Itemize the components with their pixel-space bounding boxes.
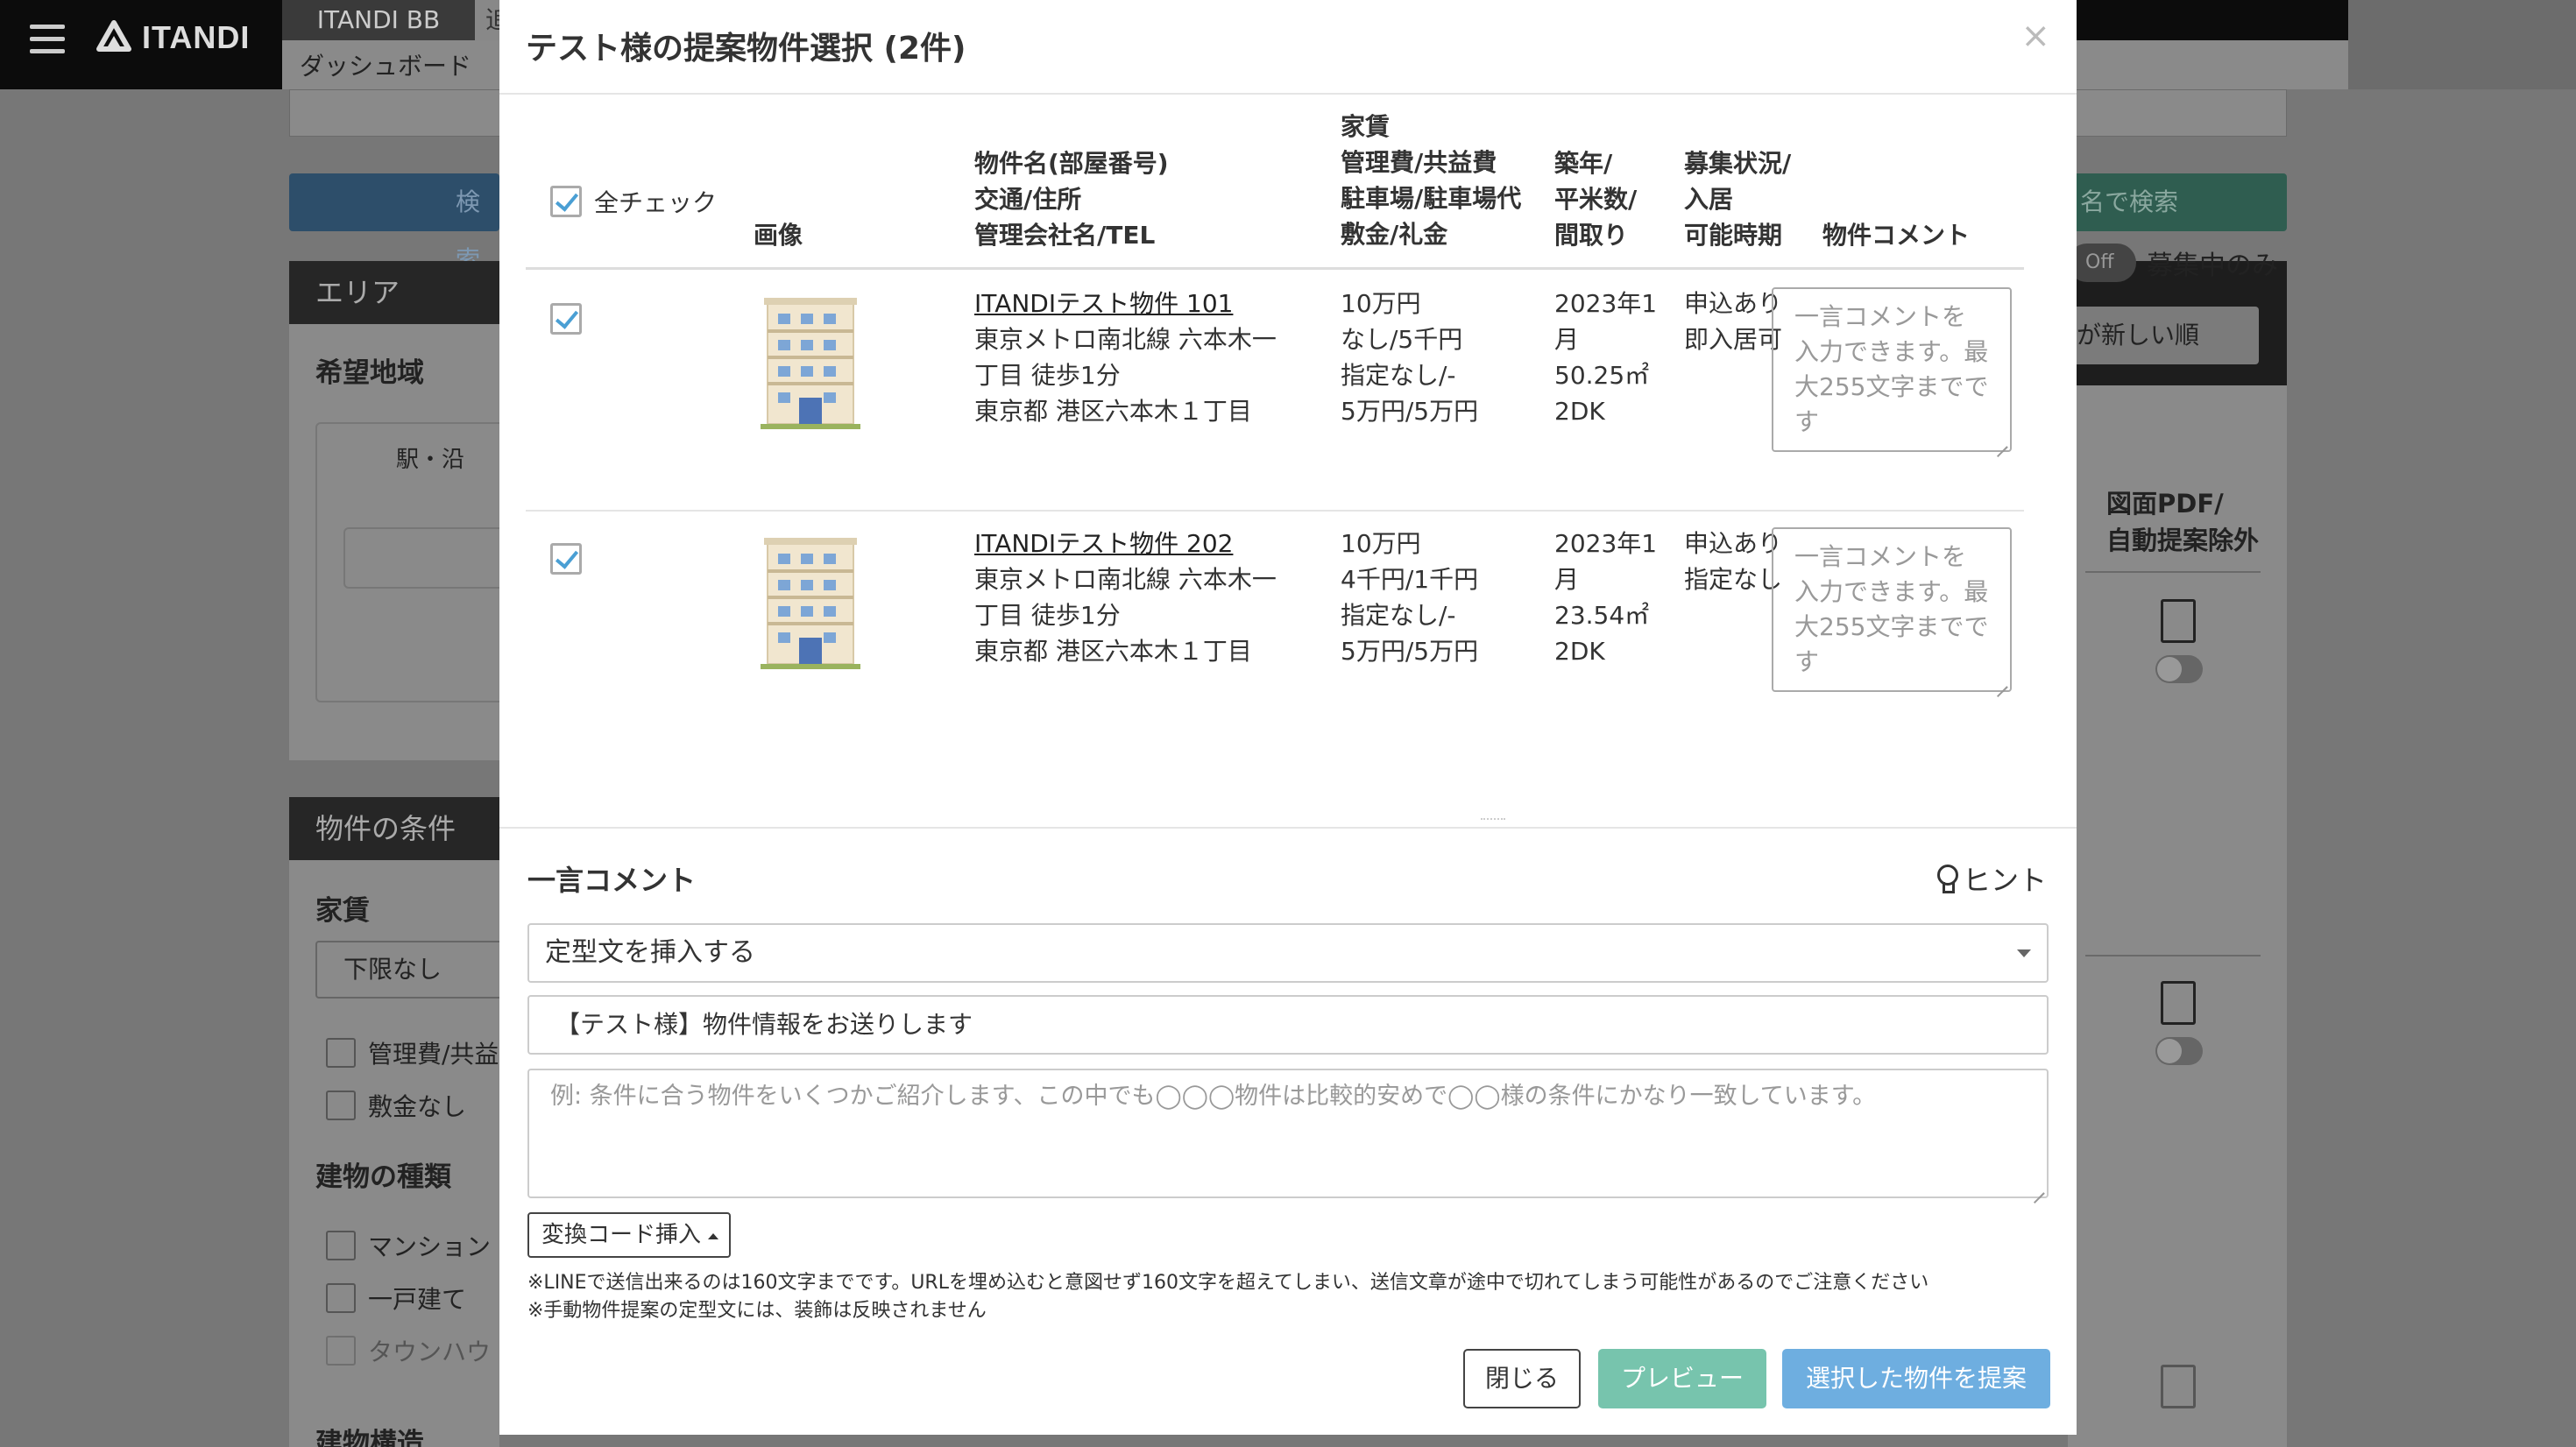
- pdf-column-header: 図面PDF/ 自動提案除外: [2106, 489, 2260, 555]
- check-mansion[interactable]: マンション: [326, 1228, 491, 1263]
- recruit-only-label: 募集中のみ: [2147, 251, 2278, 281]
- table-row: ITANDIテスト物件 101 東京メトロ南北線 六本木一 丁目 徒歩1分 東京…: [526, 272, 2024, 512]
- topbar-right-area: [2348, 0, 2576, 89]
- checkbox-icon: [326, 1336, 356, 1366]
- pdf-icon[interactable]: [2161, 599, 2196, 643]
- lightbulb-icon: [1936, 865, 1958, 893]
- row-checkbox[interactable]: [550, 303, 582, 335]
- th-name: 物件名(部屋番号) 交通/住所 管理会社名/TEL: [974, 149, 1169, 250]
- th-comment: 物件コメント: [1822, 221, 1971, 250]
- scroll-indicator: [1481, 818, 1505, 822]
- checkbox-icon: [326, 1091, 356, 1120]
- preview-button[interactable]: プレビュー: [1598, 1349, 1766, 1408]
- area-panel-title: エリア: [289, 261, 499, 324]
- line-limit-note: ※LINEで送信出来るのは160文字までです。URLを埋め込むと意図せず160文…: [527, 1272, 1929, 1294]
- pdf-icon[interactable]: [2161, 1365, 2196, 1408]
- rent-info: 10万円 4千円/1千円 指定なし/- 5万円/5万円: [1341, 529, 1479, 666]
- station-tab[interactable]: 駅・沿: [396, 441, 464, 474]
- property-info: ITANDIテスト物件 202 東京メトロ南北線 六本木一 丁目 徒歩1分 東京…: [974, 526, 1277, 669]
- property-comment-input[interactable]: 一言コメントを入力できます。最大255文字までです: [1772, 287, 2012, 452]
- check-all-checkbox[interactable]: 全チェック: [550, 184, 717, 219]
- itandi-logo[interactable]: ITANDI: [96, 19, 250, 56]
- age-info: 2023年1 月 23.54㎡ 2DK: [1554, 529, 1658, 666]
- property-name-link[interactable]: ITANDIテスト物件 101: [974, 286, 1277, 321]
- resize-handle-icon[interactable]: [1995, 435, 2007, 448]
- resize-handle-icon[interactable]: [2032, 1182, 2044, 1194]
- bg-conditions-panel: 物件の条件 家賃 下限なし 管理費/共益 敷金なし 建物の種類 マンション 一戸…: [289, 797, 517, 1447]
- th-age: 築年/ 平米数/ 間取り: [1554, 149, 1638, 250]
- checkbox-icon: [326, 1283, 356, 1313]
- bg-search-button[interactable]: 検索: [289, 173, 499, 274]
- subject-input[interactable]: 【テスト様】物件情報をお送りします: [527, 995, 2049, 1055]
- auto-propose-toggle[interactable]: [2155, 655, 2203, 683]
- check-all-label: 全チェック: [594, 188, 718, 217]
- checkbox-checked-icon: [550, 186, 582, 217]
- checkbox-icon: [326, 1231, 356, 1260]
- itandi-logo-mark: [96, 20, 131, 52]
- logo-text: ITANDI: [142, 19, 251, 55]
- row-checkbox[interactable]: [550, 543, 582, 575]
- check-mgmt[interactable]: 管理費/共益: [326, 1035, 499, 1070]
- bg-area-panel: エリア 希望地域 駅・沿: [289, 261, 519, 760]
- table-header: 全チェック 画像 物件名(部屋番号) 交通/住所 管理会社名/TEL 家賃 管理…: [526, 96, 2024, 270]
- auto-propose-toggle[interactable]: [2155, 1037, 2203, 1065]
- area-input[interactable]: [343, 527, 519, 589]
- modal-title: テスト様の提案物件選択 (2件): [526, 31, 966, 67]
- property-info: ITANDIテスト物件 101 東京メトロ南北線 六本木一 丁目 徒歩1分 東京…: [974, 286, 1277, 429]
- breadcrumb-dashboard[interactable]: ダッシュボード: [300, 47, 471, 82]
- property-name-link[interactable]: ITANDIテスト物件 202: [974, 526, 1277, 561]
- comment-section-title: 一言コメント: [527, 864, 697, 897]
- template-select[interactable]: 定型文を挿入する: [527, 923, 2049, 983]
- chevron-down-icon: [2017, 949, 2031, 957]
- property-comment-input[interactable]: 一言コメントを入力できます。最大255文字までです: [1772, 527, 2012, 692]
- building-image: [761, 538, 860, 669]
- property-table: 全チェック 画像 物件名(部屋番号) 交通/住所 管理会社名/TEL 家賃 管理…: [526, 96, 2024, 823]
- propose-modal: テスト様の提案物件選択 (2件) × 全チェック 画像 物件名(部屋番号) 交通…: [499, 0, 2077, 1435]
- th-image: 画像: [754, 221, 803, 250]
- check-deposit[interactable]: 敷金なし: [326, 1088, 466, 1123]
- modal-header: テスト様の提案物件選択 (2件) ×: [499, 0, 2077, 95]
- recruit-toggle[interactable]: Off: [2068, 244, 2136, 282]
- table-row: ITANDIテスト物件 202 東京メトロ南北線 六本木一 丁目 徒歩1分 東京…: [526, 512, 2024, 752]
- message-textarea[interactable]: 例: 条件に合う物件をいくつかご紹介します、この中でも◯◯◯物件は比較的安めで◯…: [527, 1069, 2049, 1198]
- propose-selected-button[interactable]: 選択した物件を提案: [1782, 1349, 2050, 1408]
- area-sub-title: 希望地域: [315, 357, 424, 389]
- insert-code-button[interactable]: 変換コード挿入: [527, 1212, 731, 1258]
- check-townhouse[interactable]: タウンハウ: [326, 1333, 491, 1368]
- status-info: 申込あり 指定なし: [1684, 529, 1783, 594]
- rent-info: 10万円 なし/5千円 指定なし/- 5万円/5万円: [1341, 289, 1479, 426]
- modal-footer: 一言コメント ヒント 定型文を挿入する 【テスト様】物件情報をお送りします 例:…: [499, 827, 2077, 1435]
- decoration-note: ※手動物件提案の定型文には、装飾は反映されません: [527, 1300, 987, 1322]
- close-icon[interactable]: ×: [2020, 16, 2050, 56]
- age-info: 2023年1 月 50.25㎡ 2DK: [1554, 289, 1658, 426]
- bg-name-search-button[interactable]: 名で検索: [2068, 173, 2287, 231]
- th-rent: 家賃 管理費/共益費 駐車場/駐車場代 敷金/礼金: [1341, 112, 1522, 249]
- divider: [2085, 571, 2261, 573]
- conditions-panel-title: 物件の条件: [289, 797, 499, 860]
- resize-handle-icon[interactable]: [1995, 675, 2007, 688]
- building-type-label: 建物の種類: [315, 1161, 451, 1193]
- rent-label: 家賃: [315, 895, 370, 927]
- caret-up-icon: [708, 1233, 718, 1239]
- checkbox-icon: [326, 1038, 356, 1068]
- tab-itandi-bb[interactable]: ITANDI BB: [282, 0, 475, 40]
- th-status: 募集状況/ 入居 可能時期: [1684, 149, 1792, 250]
- building-image: [761, 298, 860, 429]
- structure-label: 建物構造: [315, 1428, 424, 1447]
- hint-link[interactable]: ヒント: [1936, 858, 2047, 899]
- status-info: 申込あり 即入居可: [1684, 289, 1783, 354]
- divider: [2085, 955, 2261, 956]
- pdf-icon[interactable]: [2161, 981, 2196, 1025]
- rent-min-select[interactable]: 下限なし: [315, 941, 517, 999]
- check-house[interactable]: 一戸建て: [326, 1281, 466, 1316]
- menu-icon[interactable]: [30, 25, 65, 54]
- close-button[interactable]: 閉じる: [1463, 1349, 1581, 1408]
- sort-select[interactable]: が新しい順: [2068, 307, 2259, 364]
- area-box: 駅・沿: [315, 422, 519, 702]
